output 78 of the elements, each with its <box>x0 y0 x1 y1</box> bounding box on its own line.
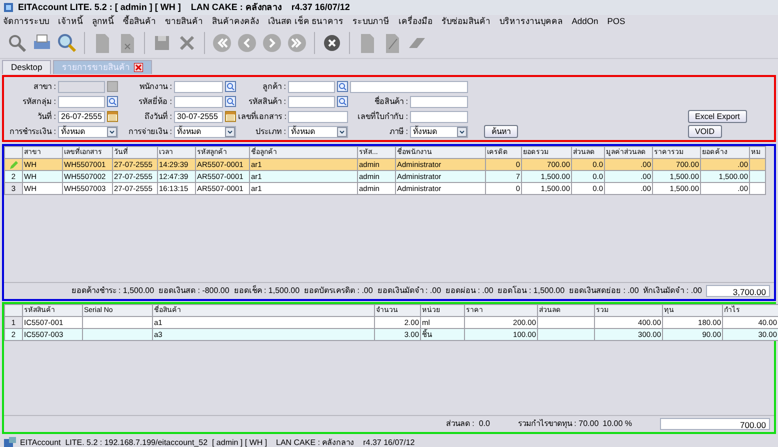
lookup-icon[interactable] <box>107 96 118 107</box>
menu-item[interactable]: รับซ่อมสินค้า <box>442 15 491 28</box>
text-field[interactable] <box>410 110 468 122</box>
menu-item[interactable]: เงินสด เช็ค ธนาคาร <box>268 15 344 28</box>
close-icon[interactable] <box>134 63 144 72</box>
text-field[interactable] <box>174 96 223 108</box>
last-icon[interactable] <box>286 32 308 54</box>
menu-item[interactable]: ซื้อสินค้า <box>123 15 156 28</box>
tab[interactable]: Desktop <box>2 60 52 74</box>
field-label: การชำระเงิน : <box>8 126 56 138</box>
text-field[interactable] <box>174 80 223 92</box>
field-label: ประเภท : <box>254 126 286 138</box>
field-label: วันที่ : <box>36 110 56 122</box>
lookup-icon[interactable] <box>225 81 236 92</box>
dropdown[interactable]: ทั้งหมด <box>58 126 118 138</box>
field-label: รหัสกลุ่ม : <box>22 96 56 108</box>
menu-item[interactable]: ระบบภาษี <box>352 15 390 28</box>
field-label: ลูกค้า : <box>262 80 286 92</box>
calendar-icon[interactable] <box>107 111 118 122</box>
date-field[interactable]: 30-07-2555 <box>174 110 223 122</box>
caret-icon <box>107 126 117 136</box>
previous-icon[interactable] <box>236 32 258 54</box>
summary-text: ยอดค้างชำระ : 1,500.00 ยอดเงินสด : -800.00 ยอดเช็ค : 1,500.00 ยอดบัตรเครดิต : .00 ยอดเงินมัดจำ : .00 ยอดผ่อน : .00 ยอดโอน : 1,500.00 ยอดเงินสดย่อย : .00 หักเงินมัดจำ : .00 <box>71 285 702 297</box>
lookup-icon[interactable] <box>337 81 348 92</box>
field-label: รหัสสินค้า : <box>248 96 286 108</box>
field-label: เลขที่เอกสาร : <box>238 110 286 122</box>
menu-item[interactable]: จัดการระบบ <box>3 15 49 28</box>
field-label: ถึงวันที่ : <box>144 110 172 122</box>
lookup-icon[interactable] <box>337 96 348 107</box>
field-label: ชื่อสินค้า : <box>374 96 408 108</box>
discount-text: ส่วนลด : 0.0 <box>446 418 490 430</box>
field-label: รหัสยี่ห้อ : <box>138 96 172 108</box>
preview-icon[interactable] <box>56 32 78 54</box>
field-label: เลขที่ใบกำกับ : <box>356 110 408 122</box>
menu-item[interactable]: สินค้าคงคลัง <box>212 15 259 28</box>
date-field[interactable]: 26-07-2555 <box>58 110 105 122</box>
menu-item[interactable]: บริหารงานบุคคล <box>500 15 563 28</box>
next-icon[interactable] <box>261 32 283 54</box>
field-label: พนักงาน : <box>138 80 172 92</box>
total-field: 700.00 <box>660 418 770 430</box>
text-field[interactable] <box>58 96 105 108</box>
total-field: 3,700.00 <box>706 285 770 297</box>
menu-item[interactable]: ลูกหนี้ <box>92 15 114 28</box>
percent-text: 10.00 % <box>602 418 632 430</box>
pencil-icon <box>9 160 18 170</box>
menu-item[interactable]: เจ้าหนี้ <box>58 15 83 28</box>
caret-icon <box>457 126 467 136</box>
dropdown[interactable]: ทั้งหมด <box>174 126 236 138</box>
cancel-icon[interactable] <box>321 32 343 54</box>
caret-icon <box>337 126 347 136</box>
menu-item[interactable]: ขายสินค้า <box>165 15 203 28</box>
lookup-icon <box>107 81 118 92</box>
text-field[interactable] <box>350 80 468 92</box>
text-field[interactable] <box>410 96 468 108</box>
window-title: EITAccount LITE. 5.2 : [ admin ] [ WH ] LAN CAKE : คลังกลาง r4.37 16/07/12 <box>18 0 350 14</box>
field-label: การจ่ายเงิน : <box>128 126 172 138</box>
dropdown[interactable]: ทั้งหมด <box>288 126 348 138</box>
profit-text: รวมกำไรขาดทุน : 70.00 <box>518 418 599 430</box>
search-button[interactable]: ค้นหา <box>484 125 518 138</box>
search-icon[interactable] <box>6 32 28 54</box>
dropdown[interactable]: ทั้งหมด <box>410 126 468 138</box>
calendar-icon[interactable] <box>225 111 236 122</box>
first-icon[interactable] <box>211 32 233 54</box>
menu-item[interactable]: AddOn <box>572 15 598 28</box>
menu-item[interactable]: เครื่องมือ <box>398 15 433 28</box>
menu-item[interactable]: POS <box>607 15 626 28</box>
status-text: EITAccount LITE. 5.2 : 192.168.7.199/eitaccount_52 [ admin ] [ WH ] LAN CAKE : คลังกลาง r4.37 16/07/12 <box>20 436 415 447</box>
text-field[interactable] <box>288 110 348 122</box>
action-button[interactable]: VOID <box>688 125 722 138</box>
text-field[interactable] <box>288 80 335 92</box>
app-icon <box>4 437 16 447</box>
field-label: สาขา : <box>32 80 56 92</box>
app-icon <box>3 2 14 13</box>
text-field[interactable] <box>288 96 335 108</box>
caret-icon <box>225 126 235 136</box>
lookup-icon[interactable] <box>225 96 236 107</box>
action-button[interactable]: Excel Export <box>688 110 747 123</box>
field-label: ภาษี : <box>388 126 408 138</box>
